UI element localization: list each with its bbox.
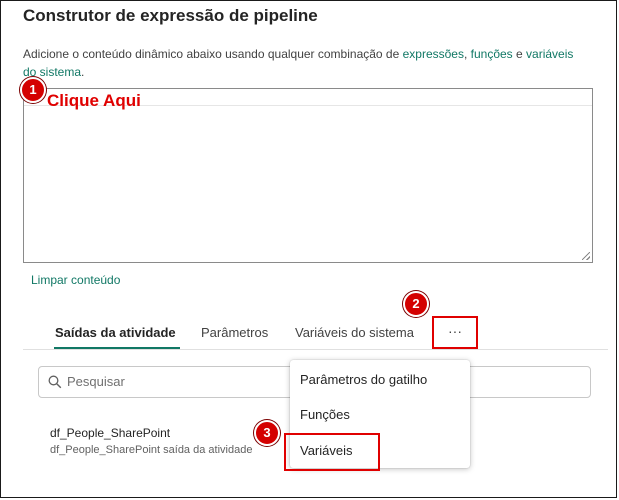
tab-system-variables[interactable]: Variáveis do sistema (295, 325, 414, 340)
click-here-annotation: Clique Aqui (47, 91, 141, 110)
functions-link[interactable]: funções (471, 47, 513, 61)
clear-content-link[interactable]: Limpar conteúdo (31, 273, 120, 287)
dialog-title: Construtor de expressão de pipeline (23, 6, 318, 25)
activity-output-subtitle: df_People_SharePoint saída da atividade (50, 444, 253, 456)
description-sep2: e (512, 47, 527, 61)
tab-activity-outputs[interactable]: Saídas da atividade (55, 325, 176, 340)
tab-divider (23, 349, 608, 350)
resize-handle[interactable] (582, 252, 590, 260)
annotation-badge-2: 2 (403, 291, 429, 317)
search-icon (48, 375, 62, 389)
description-text: Adicione o conteúdo dinâmico abaixo usan… (23, 47, 403, 61)
annotation-badge-1: 1 (20, 77, 46, 103)
menu-item-trigger-parameters[interactable]: Parâmetros do gatilho (300, 372, 427, 387)
tab-bar: Saídas da atividade Parâmetros Variáveis… (23, 318, 608, 350)
dialog-description: Adicione o conteúdo dinâmico abaixo usan… (23, 45, 583, 81)
description-end: . (81, 65, 85, 79)
expression-editor[interactable] (23, 88, 593, 263)
description-sep1: , (463, 47, 471, 61)
variables-highlight (284, 433, 380, 471)
expressions-link[interactable]: expressões (403, 47, 464, 61)
tab-parameters[interactable]: Parâmetros (201, 325, 268, 340)
search-input[interactable]: Pesquisar (67, 374, 125, 389)
menu-item-functions[interactable]: Funções (300, 407, 350, 422)
more-tabs-button[interactable]: ··· (432, 316, 478, 349)
activity-output-name[interactable]: df_People_SharePoint (50, 426, 170, 440)
annotation-badge-3: 3 (254, 420, 280, 446)
